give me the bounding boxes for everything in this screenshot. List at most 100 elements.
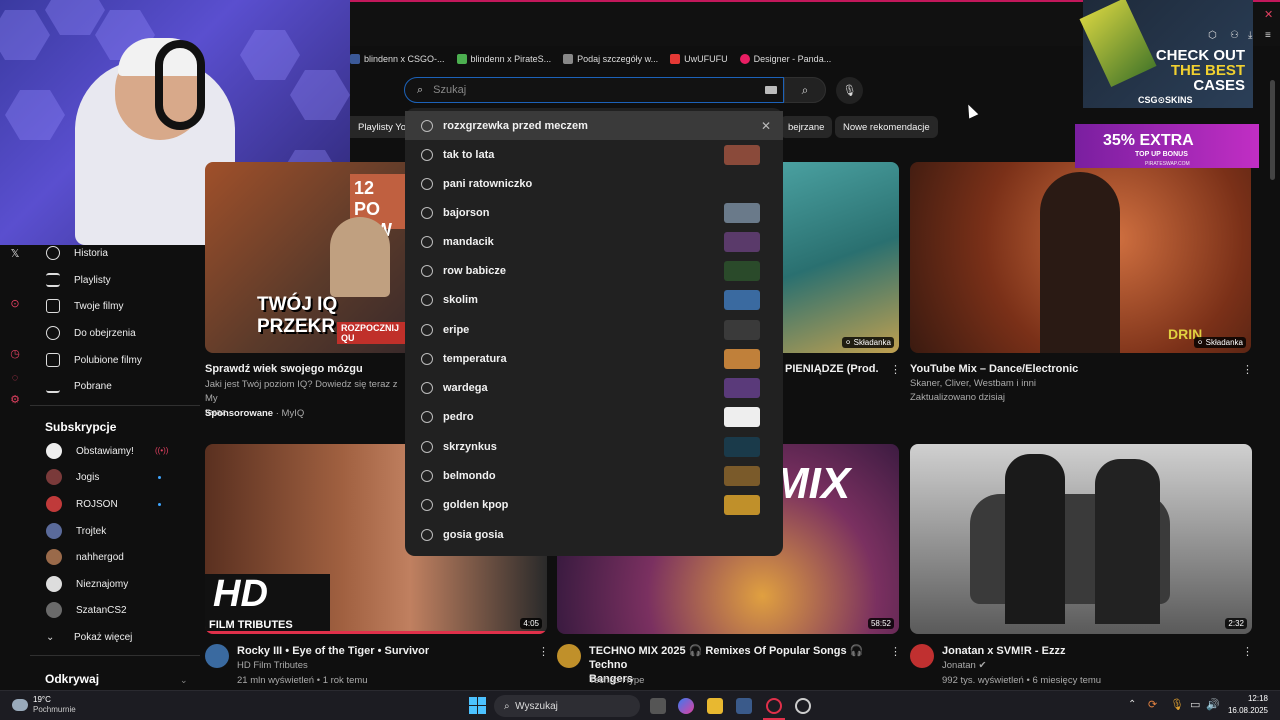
remove-icon[interactable]: ✕	[761, 119, 771, 133]
video-title[interactable]: Sprawdź wiek swojego mózgu	[205, 362, 363, 376]
video-thumbnail[interactable]: 2:32	[910, 444, 1252, 634]
more-icon[interactable]: ⋮	[538, 645, 549, 658]
suggestion-item[interactable]: rozxgrzewka przed meczem ✕	[405, 111, 783, 140]
weather-temp[interactable]: 19°C	[33, 695, 51, 704]
suggestion-item[interactable]: skolim	[405, 285, 783, 314]
channel-avatar[interactable]	[557, 644, 581, 668]
bookmark-item[interactable]: blindenn x PirateS...	[456, 54, 551, 64]
video-thumbnail[interactable]: 12 POZI W T TWÓJ IQ PRZEKR ROZPOCZNIJ QU	[205, 162, 405, 353]
ad-banner-csgoskins[interactable]: CHECK OUT THE BEST CASES CSG⊙SKINS	[1079, 0, 1253, 108]
video-title[interactable]: PIENIĄDZE (Prod.	[785, 362, 879, 376]
suggestion-item[interactable]: tak to lata	[405, 140, 783, 169]
suggestion-item[interactable]: eripe	[405, 315, 783, 344]
sidebar-sub-item[interactable]: ROJSON	[46, 496, 118, 512]
sidebar-item-label: Pokaż więcej	[74, 631, 133, 643]
show-more-button[interactable]: ⌄ Pokaż więcej	[46, 629, 132, 645]
sidebar-sub-item[interactable]: Jogis	[46, 469, 99, 485]
app-icon[interactable]	[795, 698, 811, 714]
microphone-icon[interactable]: 🎙	[1170, 698, 1184, 711]
sidebar-item-your-videos[interactable]: Twoje filmy	[46, 298, 123, 314]
sidebar-item-label: Historia	[74, 247, 108, 259]
chip-watched[interactable]: bejrzane	[780, 116, 833, 138]
bookmark-item[interactable]: Podaj szczegóły w...	[563, 54, 658, 64]
channel-avatar[interactable]	[910, 644, 934, 668]
menu-icon[interactable]: ≡	[1265, 30, 1271, 41]
suggestion-item[interactable]: mandacik	[405, 227, 783, 256]
network-icon[interactable]: ▭	[1190, 698, 1200, 711]
task-view-icon[interactable]	[650, 698, 666, 714]
more-icon[interactable]: ⋮	[890, 645, 901, 658]
avatar	[46, 576, 62, 592]
play-icon[interactable]: ⊙	[8, 297, 22, 311]
file-explorer-icon[interactable]	[707, 698, 723, 714]
channel-name[interactable]: Techno Hype	[589, 674, 644, 688]
voice-search-button[interactable]: 🎙	[836, 77, 863, 104]
video-title[interactable]: Rocky III • Eye of the Tiger • Survivor	[237, 644, 429, 658]
suggestion-item[interactable]: bajorson	[405, 198, 783, 227]
sidebar-item-watch-later[interactable]: Do obejrzenia	[46, 325, 136, 341]
video-title[interactable]: Jonatan x SVM!R - Ezzz	[942, 644, 1065, 658]
sidebar-sub-item[interactable]: Obstawiamy!	[46, 443, 134, 459]
video-thumbnail[interactable]: DRIN ⚪ Składanka	[910, 162, 1251, 353]
clock-date[interactable]: 16.08.2025	[1220, 706, 1268, 715]
search-button[interactable]: ⌕	[784, 77, 826, 103]
close-icon[interactable]: ✕	[1264, 8, 1273, 21]
subscriptions-header[interactable]: Subskrypcje	[45, 420, 116, 434]
sidebar-item-liked[interactable]: Polubione filmy	[46, 352, 142, 368]
sidebar-item-playlists[interactable]: Playlisty	[46, 272, 111, 288]
chip-new-recommendations[interactable]: Nowe rekomendacje	[835, 116, 938, 138]
chat-icon[interactable]: ◌	[8, 371, 22, 385]
sidebar-sub-item[interactable]: Nieznajomy	[46, 576, 128, 592]
suggestion-item[interactable]: gosia gosia	[405, 520, 783, 549]
sidebar-sub-item[interactable]: nahhergod	[46, 549, 124, 565]
clock-time[interactable]: 12:18	[1228, 694, 1268, 703]
windows-start-icon[interactable]	[469, 697, 486, 714]
keyboard-icon[interactable]	[765, 86, 777, 94]
scrollbar[interactable]	[1270, 80, 1275, 180]
suggestion-item[interactable]: temperatura	[405, 344, 783, 373]
chevron-up-icon[interactable]: ⌃	[1128, 699, 1136, 710]
channel-name[interactable]: Jonatan ✔	[942, 659, 986, 673]
sidebar-sub-item[interactable]: SzatanCS2	[46, 602, 127, 618]
suggestion-item[interactable]: pani ratowniczko	[405, 169, 783, 198]
settings-icon[interactable]: ⚙	[8, 393, 22, 407]
more-icon[interactable]: ⋮	[1242, 363, 1253, 376]
more-icon[interactable]: ⋮	[1242, 645, 1253, 658]
bookmark-item[interactable]: UwUFUFU	[670, 54, 728, 64]
account-icon[interactable]: ⚇	[1230, 30, 1239, 41]
x-icon[interactable]: 𝕏	[8, 247, 22, 261]
video-thumbnail[interactable]: ⚪ Składanka	[783, 162, 899, 353]
channel-name[interactable]: HD Film Tributes	[237, 659, 308, 673]
weather-desc[interactable]: Pochmurnie	[33, 705, 76, 714]
download-icon[interactable]: ⤓	[1248, 30, 1252, 41]
search-icon: ⌕	[801, 82, 809, 97]
extension-icon[interactable]: ⬡	[1208, 30, 1217, 41]
taskbar-search[interactable]: ⌕ Wyszukaj	[494, 695, 640, 717]
channel-avatar[interactable]	[205, 644, 229, 668]
store-icon[interactable]	[736, 698, 752, 714]
search-input[interactable]	[433, 84, 734, 96]
bookmark-item[interactable]: blindenn x CSGO-...	[350, 54, 445, 64]
more-icon[interactable]: ⋮	[890, 363, 901, 376]
ad-banner-pirateswap[interactable]: 35% EXTRA TOP UP BONUS PIRATESWAP.COM	[1075, 124, 1259, 168]
sidebar-sub-item[interactable]: Trojtek	[46, 523, 106, 539]
video-title[interactable]: YouTube Mix – Dance/Electronic	[910, 362, 1078, 376]
bookmark-item[interactable]: Designer - Panda...	[739, 54, 831, 64]
copilot-icon[interactable]	[678, 698, 694, 714]
volume-icon[interactable]: 🔊	[1206, 698, 1220, 711]
opera-gx-icon[interactable]	[766, 698, 782, 714]
history-icon[interactable]: ◷	[8, 347, 22, 361]
sidebar-item-label: Pobrane	[74, 380, 112, 392]
sidebar-item-history[interactable]: Historia	[46, 245, 108, 261]
suggestion-item[interactable]: wardega	[405, 373, 783, 402]
tray-app-icon[interactable]: ⟳	[1148, 698, 1157, 711]
scroll-down-icon[interactable]: ⌄	[180, 675, 188, 686]
sidebar-item-downloads[interactable]: Pobrane	[46, 378, 112, 394]
explore-header: Odkrywaj	[45, 672, 100, 686]
search-box[interactable]: ⌕	[404, 77, 784, 103]
suggestion-item[interactable]: skrzynkus	[405, 432, 783, 461]
suggestion-item[interactable]: row babicze	[405, 256, 783, 285]
suggestion-item[interactable]: belmondo	[405, 461, 783, 490]
suggestion-item[interactable]: pedro	[405, 402, 783, 431]
suggestion-item[interactable]: golden kpop	[405, 490, 783, 519]
